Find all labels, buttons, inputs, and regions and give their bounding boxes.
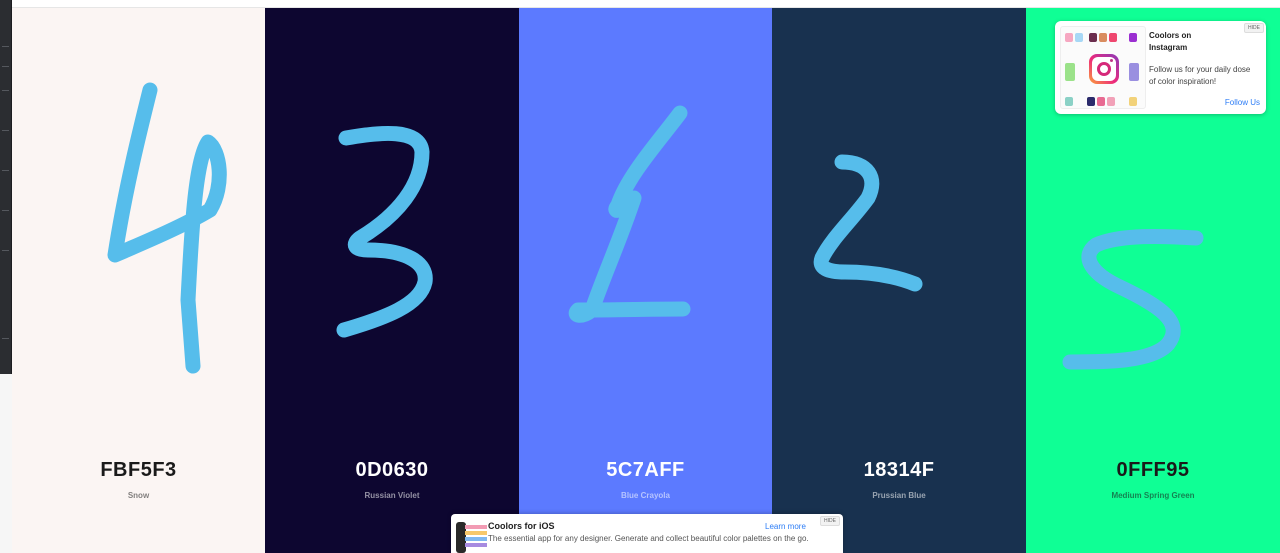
top-bar (12, 0, 1280, 8)
ios-promo-title: Coolors for iOS (488, 521, 555, 531)
preview-swatch (465, 537, 487, 541)
preview-swatch (1097, 97, 1105, 106)
preview-swatch (1129, 97, 1137, 106)
swatch-color-name: Blue Crayola (621, 491, 670, 500)
preview-swatch (1065, 63, 1075, 81)
hide-button[interactable]: HIDE (1244, 23, 1264, 33)
preview-swatch (465, 543, 487, 547)
swatch-3[interactable]: 5C7AFF Blue Crayola (519, 8, 772, 553)
sidebar-tick (2, 170, 9, 171)
swatch-1[interactable]: FBF5F3 Snow (12, 8, 265, 553)
preview-swatch (1099, 33, 1107, 42)
ios-promo-banner[interactable]: Coolors for iOS The essential app for an… (451, 514, 843, 553)
preview-swatch (1087, 97, 1095, 106)
preview-swatch (1129, 33, 1137, 42)
ios-promo-text: The essential app for any designer. Gene… (488, 534, 809, 543)
preview-swatch (1129, 63, 1139, 81)
swatch-2[interactable]: 0D0630 Russian Violet (265, 8, 519, 553)
swatch-color-name: Russian Violet (364, 491, 420, 500)
left-sidebar-strip (0, 0, 12, 374)
preview-swatch (1107, 97, 1115, 106)
preview-swatch (1065, 33, 1073, 42)
preview-swatch (465, 525, 487, 529)
ios-app-preview-image (455, 519, 487, 553)
instagram-promo-title: Coolors on Instagram (1149, 31, 1192, 52)
swatch-hex[interactable]: 0FFF95 (1026, 459, 1280, 482)
instagram-promo-card[interactable]: Coolors on Instagram Follow us for your … (1055, 21, 1266, 114)
sidebar-tick (2, 210, 9, 211)
sidebar-tick (2, 46, 9, 47)
hide-button[interactable]: HIDE (820, 516, 840, 526)
preview-swatch (1065, 97, 1073, 106)
sidebar-tick (2, 66, 9, 67)
sidebar-tick (2, 90, 9, 91)
sidebar-tick (2, 250, 9, 251)
swatch-color-name: Snow (127, 491, 150, 500)
swatch-color-name: Medium Spring Green (1111, 491, 1195, 500)
swatch-hex[interactable]: FBF5F3 (12, 459, 265, 482)
follow-us-link[interactable]: Follow Us (1225, 98, 1260, 107)
instagram-promo-text: Follow us for your daily dose of color i… (1149, 65, 1251, 86)
preview-swatch (1089, 33, 1097, 42)
preview-swatch (1109, 33, 1117, 42)
swatch-hex[interactable]: 5C7AFF (519, 459, 772, 482)
learn-more-link[interactable]: Learn more (765, 522, 806, 531)
swatch-4[interactable]: 18314F Prussian Blue (772, 8, 1026, 553)
instagram-icon (1089, 54, 1119, 84)
preview-swatch (465, 531, 487, 535)
preview-swatch (1075, 33, 1083, 42)
swatch-color-name: Prussian Blue (872, 491, 926, 500)
swatch-hex[interactable]: 0D0630 (265, 459, 519, 482)
sidebar-tick (2, 338, 9, 339)
sidebar-tick (2, 130, 9, 131)
instagram-preview-image (1060, 26, 1146, 109)
swatch-hex[interactable]: 18314F (772, 459, 1026, 482)
